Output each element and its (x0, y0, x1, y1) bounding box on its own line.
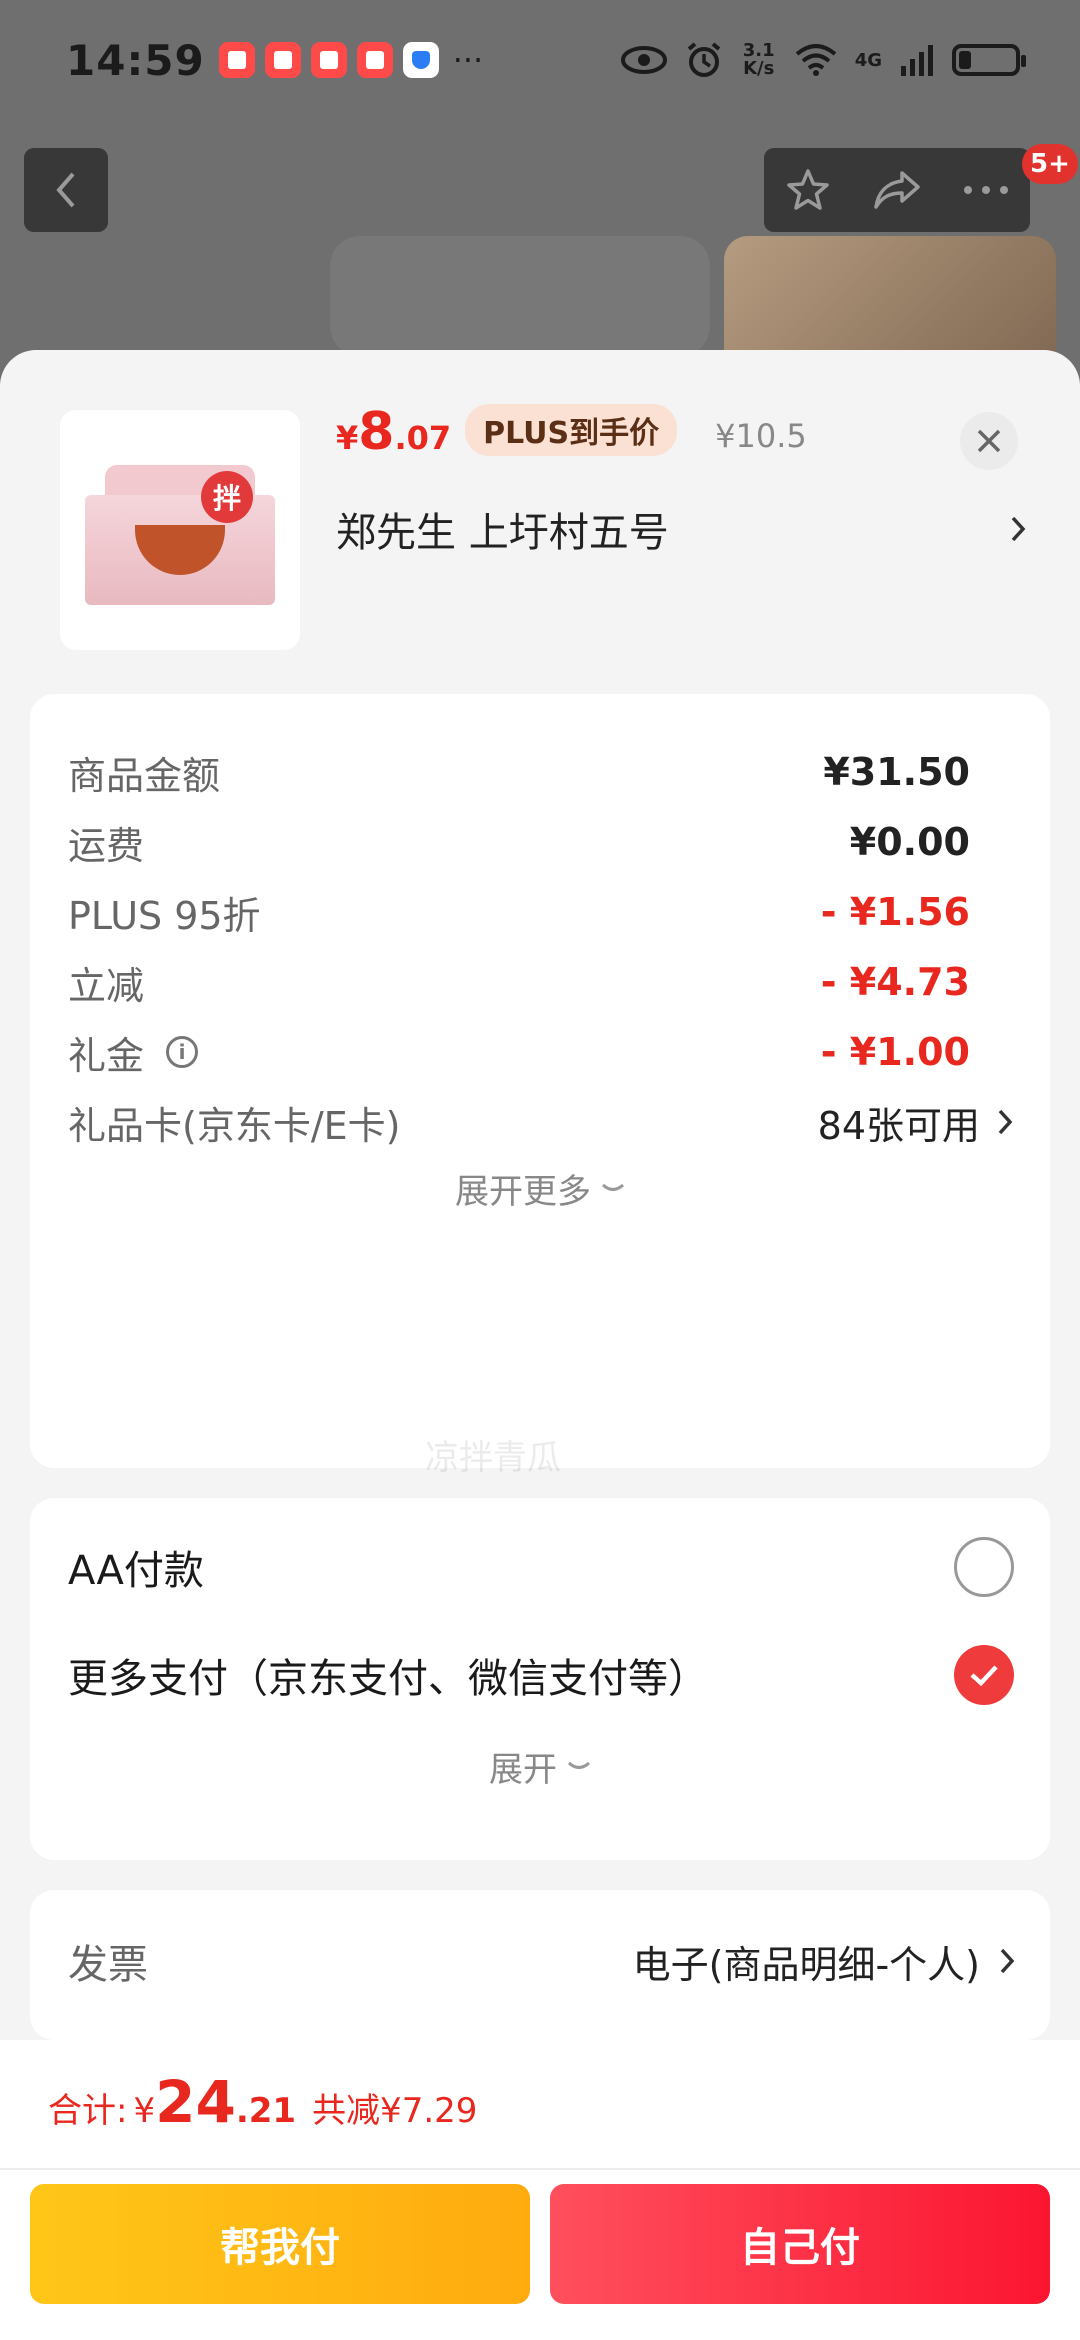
checkmark-icon (970, 1665, 998, 1687)
address-selector[interactable]: 郑先生 上圩村五号 (336, 500, 1026, 558)
summary-value: - ¥1.56 (820, 890, 970, 934)
invoice-row[interactable]: 发票 电子(商品明细-个人) (68, 1926, 1014, 1996)
watermark: 凉拌青瓜 (425, 1438, 561, 1478)
status-time: 14:59 (66, 35, 205, 85)
summary-label: 礼金 (68, 1033, 145, 1078)
summary-value: - ¥1.00 (820, 1030, 970, 1074)
summary-row-instant-discount: 立减 - ¥4.73 (68, 952, 970, 1012)
shield-app-icon (402, 42, 439, 78)
original-price: ¥10.5 (715, 417, 807, 455)
price-integer: 8 (358, 402, 395, 462)
top-actions (764, 148, 1030, 232)
product-header: 拌 ¥ 8 .07 PLUS到手价 ¥10.5 郑先生 上圩村五号 (0, 350, 1080, 670)
gift-card-row[interactable]: 礼品卡(京东卡/E卡) 84张可用 (68, 1092, 1012, 1152)
app-notification-icon (356, 42, 393, 78)
background-card (330, 236, 710, 356)
app-notification-icon (218, 42, 255, 78)
help-me-pay-button[interactable]: 帮我付 (30, 2184, 530, 2304)
invoice-value: 电子(商品明细-个人) (632, 1942, 980, 1987)
chevron-right-icon (1000, 1948, 1014, 1974)
summary-label: 运费 (68, 823, 145, 868)
total-decimal: .21 (235, 2091, 297, 2131)
summary-row-shipping: 运费 ¥0.00 (68, 812, 970, 872)
chevron-down-icon (567, 1761, 591, 1769)
alarm-icon (687, 42, 720, 77)
back-button[interactable] (24, 148, 108, 232)
summary-label: 立减 (68, 963, 145, 1008)
plus-price-tag: PLUS到手价 (465, 404, 678, 456)
gift-card-label: 礼品卡(京东卡/E卡) (68, 1103, 401, 1148)
network-type: 4G (854, 49, 882, 71)
chevron-right-icon (998, 1109, 1012, 1135)
pay-myself-button[interactable]: 自己付 (550, 2184, 1050, 2304)
expand-more-label: 展开更多 (455, 1172, 591, 1212)
chevron-left-icon (56, 172, 75, 208)
battery-icon (952, 44, 1026, 76)
status-bar: 14:59 ··· 3.1 K/s 4G (0, 0, 1080, 120)
total-label: 合计: (48, 2091, 128, 2131)
message-badge: 5+ (1022, 144, 1078, 184)
total-integer: 24 (155, 2068, 236, 2136)
payment-method-card: AA付款 更多支付（京东支付、微信支付等） 展开 (30, 1498, 1050, 1860)
summary-value: - ¥4.73 (820, 960, 970, 1004)
package-seal: 拌 (201, 471, 253, 523)
info-icon[interactable]: i (166, 1036, 199, 1068)
summary-label: 商品金额 (68, 753, 221, 798)
price-symbol: ¥ (336, 419, 359, 457)
more-payment-option[interactable]: 更多支付（京东支付、微信支付等） (68, 1640, 1014, 1710)
address-text: 郑先生 上圩村五号 (336, 510, 669, 556)
expand-more-button[interactable]: 展开更多 (30, 1164, 1050, 1213)
noodle-package-image: 拌 (85, 455, 275, 605)
price-row: ¥ 8 .07 PLUS到手价 ¥10.5 (336, 402, 807, 462)
summary-label: PLUS 95折 (68, 893, 261, 938)
app-notification-icon (264, 42, 301, 78)
summary-row-plus-discount: PLUS 95折 - ¥1.56 (68, 882, 970, 942)
eye-icon (620, 46, 667, 74)
net-speed: 3.1 K/s (742, 40, 775, 79)
share-icon[interactable] (872, 169, 922, 211)
wifi-icon (795, 44, 836, 76)
footer-divider (0, 2168, 1080, 2170)
chevron-down-icon (601, 1183, 625, 1191)
summary-row-gift-money: 礼金 i - ¥1.00 (68, 1022, 970, 1082)
aa-payment-label: AA付款 (68, 1548, 204, 1594)
summary-value: ¥31.50 (823, 750, 970, 794)
summary-row-goods: 商品金额 ¥31.50 (68, 742, 970, 802)
close-button[interactable] (960, 412, 1018, 470)
close-icon (977, 429, 1001, 453)
star-icon[interactable] (785, 167, 831, 213)
more-notifications-icon: ··· (452, 41, 484, 79)
signal-icon (901, 45, 933, 76)
product-image[interactable]: 拌 (60, 410, 300, 650)
total-saved: 共减¥7.29 (312, 2091, 478, 2131)
summary-value: ¥0.00 (849, 820, 970, 864)
more-icon[interactable] (963, 185, 1009, 195)
chevron-right-icon (1011, 516, 1026, 542)
notification-icons (218, 42, 439, 78)
price-summary-card: 商品金额 ¥31.50 运费 ¥0.00 PLUS 95折 - ¥1.56 立减… (30, 694, 1050, 1468)
order-total: 合计: ¥ 24 .21 共减¥7.29 (48, 2068, 477, 2136)
total-symbol: ¥ (133, 2091, 156, 2131)
more-payment-label: 更多支付（京东支付、微信支付等） (68, 1656, 708, 1702)
invoice-label: 发票 (68, 1942, 148, 1988)
aa-payment-radio[interactable] (954, 1537, 1014, 1597)
payment-expand-label: 展开 (489, 1750, 557, 1790)
checkout-footer: 合计: ¥ 24 .21 共减¥7.29 帮我付 自己付 (0, 2040, 1080, 2340)
gift-card-value: 84张可用 (817, 1103, 980, 1148)
price-decimal: .07 (394, 419, 452, 457)
payment-expand-button[interactable]: 展开 (30, 1742, 1050, 1791)
invoice-card[interactable]: 发票 电子(商品明细-个人) (30, 1890, 1050, 2040)
app-notification-icon (310, 42, 347, 78)
aa-payment-option[interactable]: AA付款 (68, 1532, 1014, 1602)
more-payment-radio[interactable] (954, 1645, 1014, 1705)
